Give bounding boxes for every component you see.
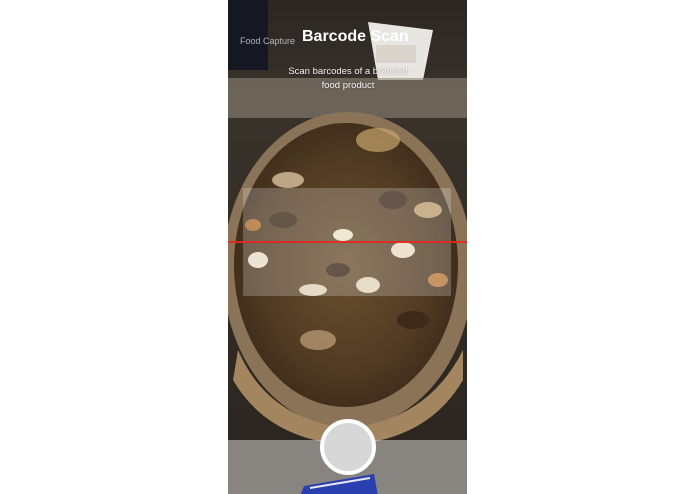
capture-button[interactable]: [320, 419, 376, 475]
page-title: Barcode Scan: [302, 28, 409, 45]
product-wrapper: [300, 474, 378, 494]
food-capture-back-link[interactable]: Food Capture: [240, 36, 295, 46]
header-bar: Food Capture Barcode Scan Scan barcodes …: [228, 0, 467, 100]
scan-line: [228, 241, 467, 243]
camera-screen: Food Capture Barcode Scan Scan barcodes …: [228, 0, 467, 494]
scan-instruction: Scan barcodes of a branded food product: [288, 66, 408, 91]
